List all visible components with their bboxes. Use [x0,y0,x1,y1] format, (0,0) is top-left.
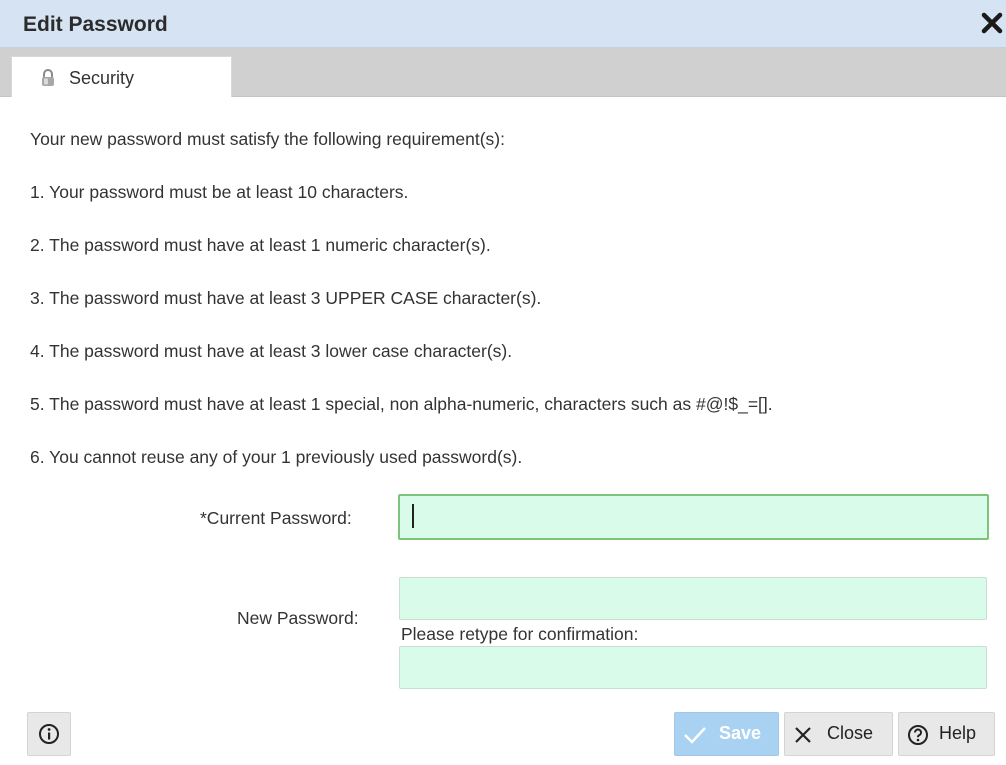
checkmark-icon [683,725,707,750]
new-password-label: New Password: [237,608,359,628]
confirm-password-input[interactable] [399,646,987,689]
help-button[interactable]: Help [898,712,995,756]
requirement-item: 2. The password must have at least 1 num… [30,235,491,255]
help-icon [907,724,929,751]
requirements-intro: Your new password must satisfy the follo… [30,129,505,149]
close-label: Close [827,723,874,743]
requirement-item: 1. Your password must be at least 10 cha… [30,182,409,202]
confirm-password-label: Please retype for confirmation: [401,624,639,644]
dialog-titlebar: Edit Password [0,0,1006,48]
lock-icon [40,69,56,87]
close-icon [794,726,812,749]
tab-security[interactable]: Security [11,56,232,97]
close-button[interactable]: Close [784,712,893,756]
tab-bar: Security [0,48,1006,97]
current-password-label: *Current Password: [200,508,352,528]
save-button[interactable]: Save [674,712,779,756]
requirement-item: 5. The password must have at least 1 spe… [30,394,773,414]
close-icon[interactable] [980,11,1004,35]
text-caret [412,504,414,528]
current-password-input[interactable] [398,494,989,540]
tab-label: Security [69,68,135,88]
requirement-item: 4. The password must have at least 3 low… [30,341,513,361]
requirement-item: 3. The password must have at least 3 UPP… [30,288,542,308]
save-label: Save [719,723,762,743]
requirement-item: 6. You cannot reuse any of your 1 previo… [30,447,523,467]
dialog-title: Edit Password [23,13,168,36]
new-password-input[interactable] [399,577,987,620]
info-button[interactable] [27,712,71,756]
help-label: Help [939,723,977,743]
info-icon [38,723,60,750]
